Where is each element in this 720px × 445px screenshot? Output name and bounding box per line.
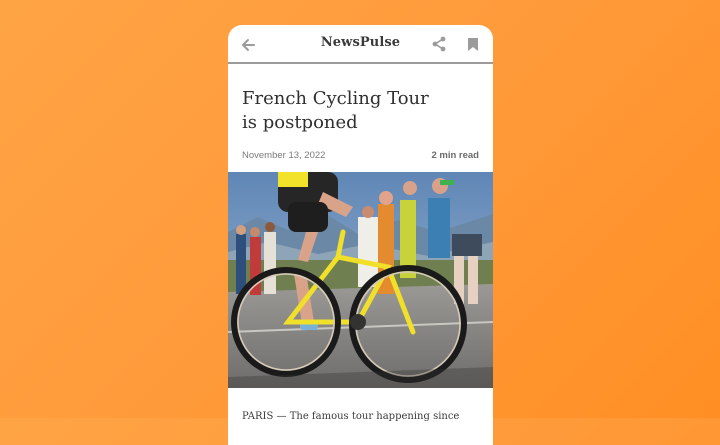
headline-line-1: French Cycling Tour — [242, 88, 429, 109]
read-time: 2 min read — [431, 150, 479, 161]
bookmark-icon[interactable] — [467, 37, 479, 52]
app-bar: NewsPulse — [228, 25, 493, 64]
headline-line-2: is postponed — [242, 112, 358, 133]
app-title: NewsPulse — [320, 35, 401, 50]
article-body-preview: PARIS — The famous tour happening since — [242, 411, 460, 422]
share-icon[interactable] — [432, 36, 446, 52]
article-meta: November 13, 2022 2 min read — [242, 150, 479, 164]
article-image — [228, 172, 493, 388]
publish-date: November 13, 2022 — [242, 150, 326, 161]
article-headline: French Cycling Tour is postponed — [242, 87, 477, 135]
phone-screen: NewsPulse French Cycling Tour is postpon… — [228, 25, 493, 445]
